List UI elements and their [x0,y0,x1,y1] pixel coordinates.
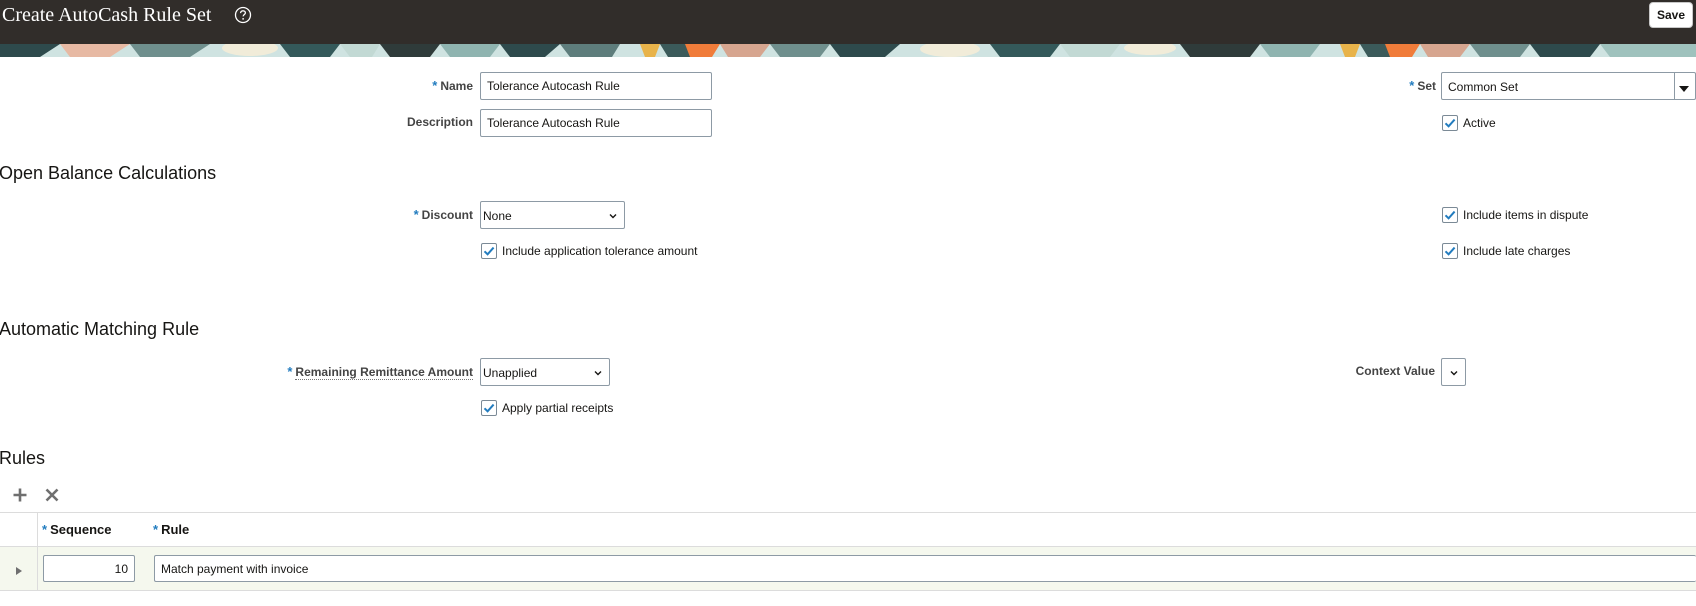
checkmark-icon [1444,210,1456,220]
include-late-checkbox[interactable] [1442,243,1458,259]
rules-heading: Rules [0,448,46,468]
required-marker: * [1409,78,1415,93]
description-input[interactable] [480,109,712,137]
checkmark-icon [1444,118,1456,128]
required-marker: * [42,522,48,537]
table-column-separator [37,513,38,591]
sequence-input[interactable] [43,555,135,582]
context-value-select[interactable] [1441,358,1466,386]
name-input[interactable] [480,72,712,100]
required-marker: * [432,78,438,93]
remaining-label: * Remaining Remittance Amount [287,364,473,380]
set-value: Common Set [1448,80,1519,94]
set-divider [1674,73,1675,99]
set-select[interactable]: Common Set [1441,72,1696,100]
include-dispute-checkbox[interactable] [1442,207,1458,223]
include-tolerance-checkbox[interactable] [481,243,497,259]
column-header-sequence[interactable]: * Sequence [42,522,111,537]
x-icon[interactable] [44,487,60,508]
chevron-down-icon [608,210,618,224]
triangle-right-icon[interactable] [15,563,23,581]
checkmark-icon [1444,246,1456,256]
apply-partial-label: Apply partial receipts [502,401,614,415]
help-circle-icon[interactable] [234,6,252,29]
decorative-banner [0,44,1696,57]
remaining-select[interactable]: Unapplied [480,358,610,386]
table-top-border [0,512,1696,513]
open-balance-heading: Open Balance Calculations [0,163,217,183]
description-label: Description [406,115,473,129]
context-value-label: Context Value [1355,364,1435,378]
include-dispute-label: Include items in dispute [1463,208,1589,222]
active-checkbox[interactable] [1442,115,1458,131]
include-tolerance-label: Include application tolerance amount [502,244,698,258]
checkmark-icon [483,246,495,256]
save-button[interactable]: Save [1649,2,1693,28]
required-marker: * [413,207,419,222]
include-late-label: Include late charges [1463,244,1571,258]
discount-select[interactable]: None [480,201,625,229]
active-label: Active [1463,116,1496,130]
table-row-border [0,590,1696,591]
table-header-border [0,546,1696,547]
chevron-down-icon [1449,367,1459,381]
discount-label: * Discount [413,207,473,222]
set-label: * Set [1409,78,1436,93]
apply-partial-checkbox[interactable] [481,400,497,416]
name-label: * Name [432,78,473,93]
matching-heading: Automatic Matching Rule [0,319,200,339]
column-header-rule[interactable]: * Rule [153,522,189,537]
checkmark-icon [483,403,495,413]
required-marker: * [287,364,293,379]
plus-icon[interactable] [12,487,28,508]
discount-value: None [483,209,512,223]
page-header: Create AutoCash Rule Set Save [0,0,1696,44]
chevron-down-icon [593,367,603,381]
required-marker: * [153,522,159,537]
rule-input[interactable] [154,555,1696,582]
triangle-down-icon[interactable] [1678,82,1690,96]
page-title: Create AutoCash Rule Set [2,4,212,26]
remaining-value: Unapplied [483,366,538,380]
